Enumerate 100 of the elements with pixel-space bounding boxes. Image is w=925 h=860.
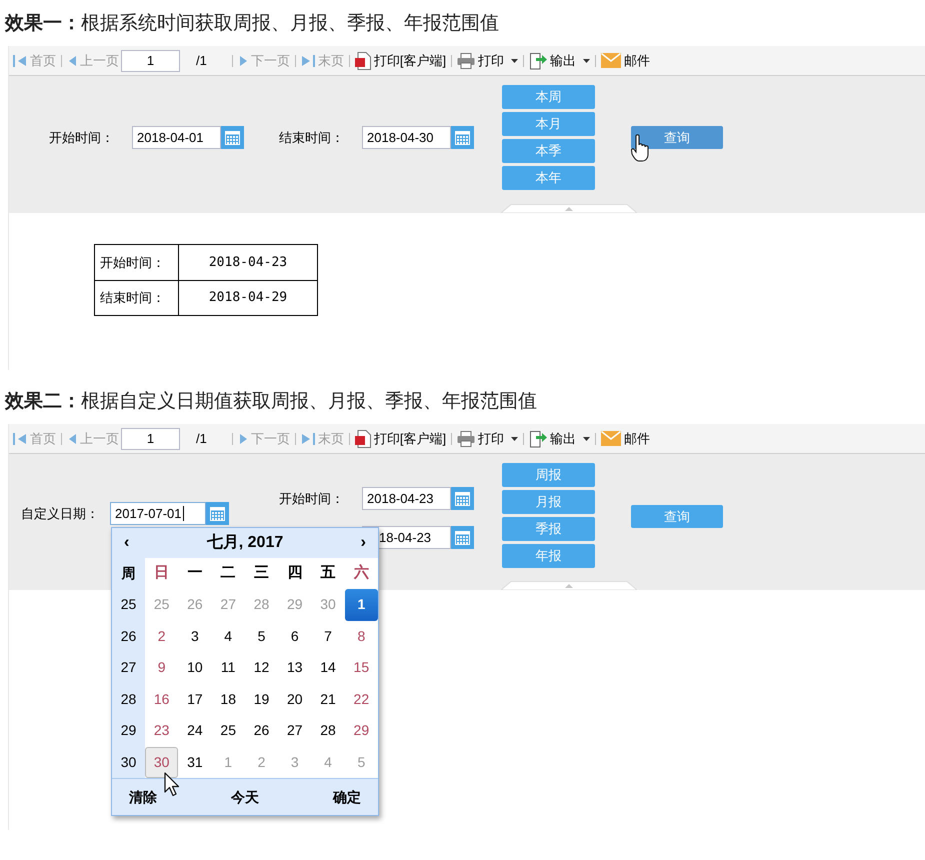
calendar-day[interactable]: 15 bbox=[344, 652, 378, 684]
month-title: 七月, 2017 bbox=[206, 532, 284, 553]
toolbar-button[interactable]: 打印[客户端] bbox=[354, 428, 446, 448]
next-icon bbox=[238, 432, 248, 444]
weekday-header: 四 bbox=[286, 563, 304, 584]
calendar-icon bbox=[455, 530, 470, 545]
calendar-icon bbox=[455, 491, 470, 506]
date-field[interactable]: 2018-04-01 bbox=[132, 126, 221, 149]
page-count: /1 bbox=[196, 52, 207, 70]
calendar-day[interactable]: 7 bbox=[311, 620, 345, 652]
week-number: 25 bbox=[120, 595, 138, 614]
first-page-icon bbox=[13, 432, 27, 444]
calendar-day[interactable]: 5 bbox=[244, 620, 278, 652]
page-number-field[interactable]: 1 bbox=[121, 428, 180, 450]
calendar-action-button[interactable]: 确定 bbox=[333, 786, 361, 808]
export-icon bbox=[529, 430, 548, 448]
date-field[interactable]: 2018-04-23 bbox=[362, 487, 451, 510]
date-field[interactable]: 2018-04-30 bbox=[362, 126, 451, 149]
toolbar-button[interactable]: 打印 bbox=[457, 50, 518, 70]
export-icon bbox=[529, 52, 548, 70]
week-number: 30 bbox=[120, 752, 138, 772]
week-number: 29 bbox=[120, 721, 138, 740]
page-number-field[interactable]: 1 bbox=[121, 50, 180, 72]
calendar-button[interactable] bbox=[451, 126, 474, 149]
document-icon bbox=[354, 52, 371, 70]
document-icon bbox=[354, 430, 371, 448]
calendar-day[interactable]: 19 bbox=[244, 684, 278, 715]
calendar-day[interactable]: 6 bbox=[278, 620, 312, 652]
calendar-action-button[interactable]: 清除 bbox=[129, 786, 157, 808]
toolbar-button[interactable]: 输出 bbox=[529, 428, 590, 448]
toolbar-button[interactable]: 邮件 bbox=[601, 50, 650, 70]
calendar-day[interactable]: 10 bbox=[178, 652, 212, 684]
calendar-day[interactable]: 29 bbox=[344, 715, 378, 746]
calendar-day[interactable]: 9 bbox=[145, 652, 178, 684]
envelope-icon bbox=[601, 53, 622, 68]
field-label: 自定义日期： bbox=[21, 504, 100, 523]
calendar-day[interactable]: 22 bbox=[344, 684, 378, 715]
calendar-day[interactable]: 11 bbox=[212, 652, 245, 684]
toolbar-button[interactable]: 打印[客户端] bbox=[354, 50, 446, 70]
page-count: /1 bbox=[196, 430, 207, 448]
table-cell: 结束时间： bbox=[95, 281, 179, 315]
section-heading: 效果一：根据系统时间获取周报、月报、季报、年报范围值 bbox=[4, 12, 500, 36]
hand-cursor-icon bbox=[631, 134, 651, 162]
calendar-action-button[interactable]: 今天 bbox=[231, 786, 259, 808]
calendar-day[interactable]: 25 bbox=[212, 715, 245, 746]
calendar-button[interactable] bbox=[451, 526, 474, 549]
calendar-day[interactable]: 24 bbox=[178, 715, 212, 746]
table-cell: 开始时间： bbox=[95, 245, 179, 280]
date-field[interactable]: 2017-07-01 bbox=[110, 502, 206, 525]
calendar-day[interactable]: 3 bbox=[178, 620, 212, 652]
calendar-day[interactable]: 1 bbox=[344, 589, 378, 620]
calendar-day[interactable]: 4 bbox=[212, 620, 245, 652]
printer-icon bbox=[457, 430, 476, 446]
table-cell-text: 2018-04-29 bbox=[208, 289, 288, 308]
calendar-day[interactable]: 12 bbox=[244, 652, 278, 684]
previous-month-button[interactable]: ‹ bbox=[124, 531, 130, 555]
calendar-day[interactable]: 31 bbox=[178, 746, 212, 778]
weekday-header: 二 bbox=[220, 563, 237, 584]
calendar-day[interactable]: 17 bbox=[178, 684, 212, 715]
calendar-day[interactable]: 28 bbox=[311, 715, 345, 746]
toolbar-button[interactable]: 打印 bbox=[457, 428, 518, 448]
calendar-day[interactable]: 16 bbox=[145, 684, 178, 715]
printer-icon bbox=[457, 52, 476, 68]
weekday-header: 一 bbox=[186, 563, 204, 584]
toolbar-button[interactable]: 输出 bbox=[529, 50, 590, 70]
field-label: 结束时间： bbox=[279, 128, 345, 147]
calendar-day[interactable]: 23 bbox=[145, 715, 178, 746]
first-page-icon bbox=[13, 54, 27, 66]
calendar-day[interactable]: 20 bbox=[278, 684, 312, 715]
text-cursor bbox=[182, 506, 184, 521]
calendar-day[interactable]: 21 bbox=[311, 684, 345, 715]
weekday-header: 三 bbox=[252, 563, 270, 584]
calendar-day[interactable]: 8 bbox=[344, 620, 378, 652]
weekday-header: 日 bbox=[153, 563, 170, 584]
calendar-day[interactable]: 14 bbox=[311, 652, 345, 684]
last-page-icon bbox=[300, 54, 315, 66]
week-number: 26 bbox=[120, 626, 138, 646]
field-label: 开始时间： bbox=[279, 490, 345, 508]
next-icon bbox=[238, 54, 248, 66]
calendar-day[interactable]: 26 bbox=[244, 715, 278, 746]
week-number: 28 bbox=[120, 690, 138, 709]
calendar-day[interactable]: 18 bbox=[212, 684, 245, 715]
calendar-day[interactable]: 13 bbox=[278, 652, 312, 684]
pointer-cursor-icon bbox=[164, 772, 180, 797]
calendar-icon bbox=[210, 506, 225, 521]
previous-icon bbox=[67, 432, 77, 444]
calendar-day[interactable]: 30 bbox=[145, 746, 178, 778]
toolbar-button[interactable]: 邮件 bbox=[601, 428, 650, 448]
week-number: 27 bbox=[120, 658, 138, 678]
table-cell-text: 2018-04-23 bbox=[208, 254, 288, 272]
calendar-button[interactable] bbox=[206, 502, 229, 525]
field-label: 开始时间： bbox=[49, 128, 115, 147]
last-page-icon bbox=[300, 432, 315, 444]
calendar-button[interactable] bbox=[221, 126, 244, 149]
calendar-day[interactable]: 27 bbox=[278, 715, 312, 746]
calendar-day[interactable]: 2 bbox=[145, 620, 178, 652]
week-column-header: 周 bbox=[120, 564, 136, 583]
calendar-button[interactable] bbox=[451, 487, 474, 510]
weekday-header: 六 bbox=[352, 563, 370, 584]
previous-icon bbox=[67, 54, 77, 66]
